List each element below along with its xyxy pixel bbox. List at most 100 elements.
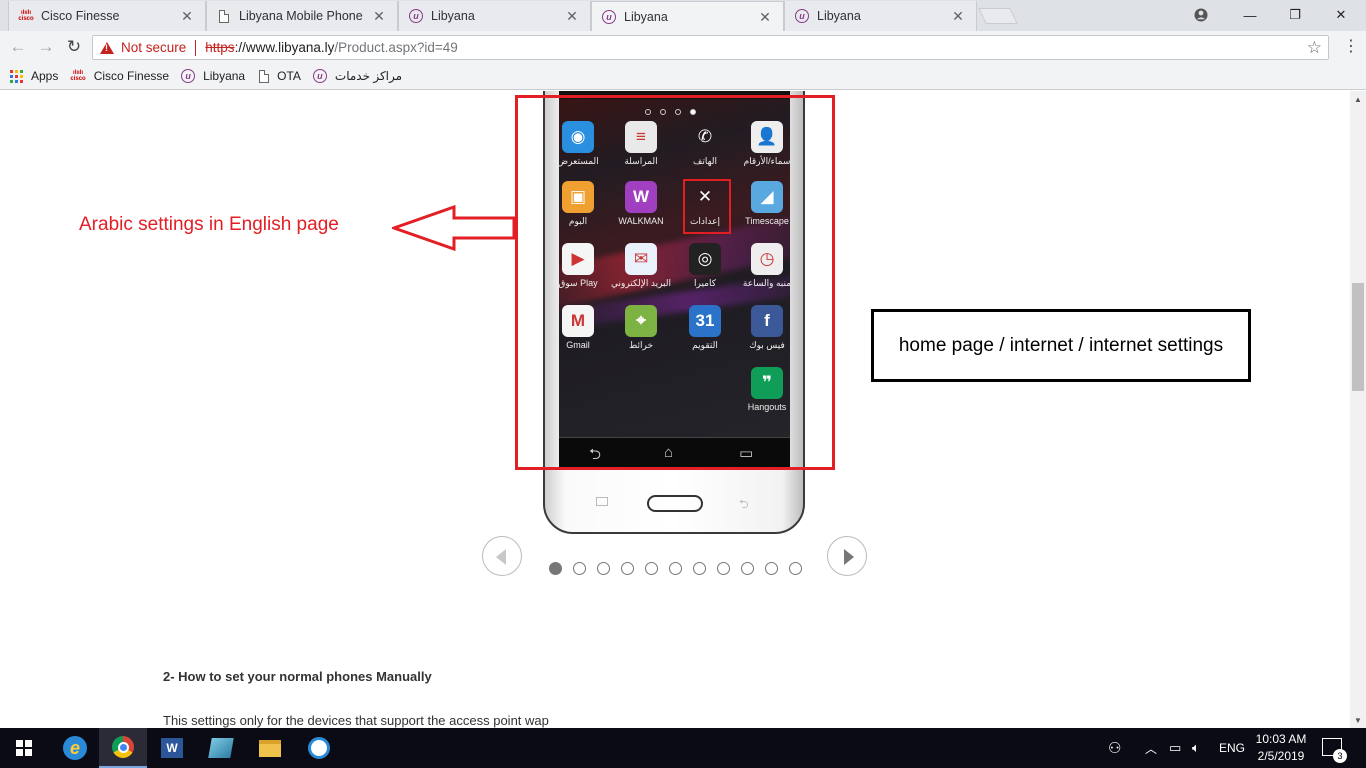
tray-chevron-icon[interactable]: ︿	[1145, 728, 1157, 768]
back-icon[interactable]: ←	[7, 36, 29, 58]
tab-libyana-1[interactable]: u Libyana ✕	[398, 1, 591, 31]
close-icon[interactable]: ✕	[757, 9, 773, 25]
security-label[interactable]: Not secure	[121, 40, 186, 55]
carousel-dot[interactable]	[693, 562, 706, 575]
phone-bottom: ⮌	[559, 467, 790, 527]
carousel-dot[interactable]	[645, 562, 658, 575]
tab-libyana-3[interactable]: u Libyana ✕	[784, 1, 977, 31]
phone-home-button	[647, 495, 703, 512]
taskbar-ie[interactable]: e	[51, 728, 99, 768]
carousel-dot[interactable]	[597, 562, 610, 575]
back-key-icon: ⮌	[739, 497, 749, 511]
restore-icon[interactable]: ❐	[1272, 0, 1318, 30]
close-window-icon[interactable]: ✕	[1318, 0, 1364, 30]
bookmark-label: OTA	[277, 69, 301, 83]
ie-icon: e	[63, 736, 87, 760]
carousel-dot[interactable]	[621, 562, 634, 575]
tab-libyana-active[interactable]: u Libyana ✕	[591, 1, 784, 32]
start-button[interactable]	[0, 728, 48, 768]
libyana-icon: u	[181, 69, 196, 83]
bookmark-libyana[interactable]: u Libyana	[181, 69, 245, 83]
tab-title: Libyana	[431, 9, 475, 23]
page-content: ◉ المستعرض ≡ المراسلة ✆ الهاتف 👤 سماء/الأرقام ▣ ا…	[0, 91, 1350, 728]
close-icon[interactable]: ✕	[371, 8, 387, 24]
file-explorer-icon	[259, 739, 281, 757]
word-icon: W	[161, 738, 183, 758]
taskbar-chrome[interactable]	[99, 728, 147, 768]
carousel-dot[interactable]	[789, 562, 802, 575]
carousel-dots	[549, 562, 802, 575]
scroll-up-icon[interactable]: ▲	[1350, 91, 1366, 107]
tab-title: Libyana	[624, 10, 668, 24]
apps-grid-icon	[10, 69, 23, 83]
warning-icon	[100, 41, 114, 54]
tab-strip: ılıılı cisco Cisco Finesse ✕ Libyana Mobi…	[0, 0, 1366, 32]
bookmark-service-centers[interactable]: u مراكز خدمات	[312, 69, 403, 83]
libyana-icon: u	[409, 9, 423, 23]
bookmark-cisco-finesse[interactable]: ılıılı cisco Cisco Finesse	[70, 69, 169, 83]
bookmark-ota[interactable]: OTA	[259, 69, 301, 83]
carousel-dot[interactable]	[549, 562, 562, 575]
close-icon[interactable]: ✕	[950, 8, 966, 24]
url-host: ://www.libyana.ly	[234, 40, 335, 55]
volume-icon[interactable]: 🔈︎	[1192, 728, 1200, 768]
bookmark-star-icon[interactable]: ☆	[1307, 38, 1322, 58]
page-icon	[217, 9, 231, 23]
scroll-thumb[interactable]	[1352, 283, 1364, 391]
libyana-icon: u	[795, 9, 809, 23]
notification-badge: 3	[1333, 749, 1347, 763]
annotation-red-box	[515, 95, 835, 470]
bookmark-apps[interactable]: Apps	[10, 69, 58, 83]
recent-key-icon	[596, 497, 608, 506]
bookmarks-bar: Apps ılıılı cisco Cisco Finesse u Libyana…	[0, 63, 1366, 90]
page-scrollbar[interactable]: ▲ ▼	[1350, 91, 1366, 728]
windows-taskbar: e W ⚇ ︿ ▭ 🔈︎ ENG 10:03 AM 2/5/2019 3	[0, 728, 1366, 768]
annotation-arabic-note: Arabic settings in English page	[79, 214, 339, 235]
tab-title: Libyana	[817, 9, 861, 23]
scroll-down-icon[interactable]: ▼	[1350, 712, 1366, 728]
network-icon[interactable]: ▭	[1169, 728, 1181, 768]
chrome-icon	[112, 736, 134, 758]
forward-icon[interactable]: →	[35, 36, 57, 58]
profile-icon[interactable]	[1178, 0, 1224, 30]
cisco-icon: ılıılı cisco	[18, 10, 34, 22]
people-icon[interactable]: ⚇	[1108, 728, 1121, 768]
url-scheme: https	[205, 40, 235, 55]
browser-menu-icon[interactable]: ⋮	[1343, 37, 1359, 57]
url-path: /Product.aspx?id=49	[334, 40, 458, 55]
carousel-dot[interactable]	[717, 562, 730, 575]
bookmark-label: Apps	[31, 69, 59, 83]
chevron-left-icon	[496, 549, 506, 565]
tab-title: Cisco Finesse	[41, 9, 120, 23]
carousel-dot[interactable]	[573, 562, 586, 575]
tab-libyana-mobile-phone[interactable]: Libyana Mobile Phone ✕	[206, 1, 398, 31]
taskbar-clock[interactable]: 10:03 AM 2/5/2019	[1250, 731, 1312, 765]
language-indicator[interactable]: ENG	[1219, 728, 1245, 768]
carousel-dot[interactable]	[741, 562, 754, 575]
cisco-icon: ılıılı cisco	[70, 70, 86, 82]
carousel-prev-button[interactable]	[482, 536, 522, 576]
close-icon[interactable]: ✕	[179, 8, 195, 24]
taskbar-file-explorer[interactable]	[246, 728, 294, 768]
address-bar[interactable]: Not secure https ://www.libyana.ly /Prod…	[92, 35, 1329, 60]
section-heading: 2- How to set your normal phones Manuall…	[163, 669, 432, 684]
clock-time: 10:03 AM	[1255, 732, 1307, 746]
tab-title: Libyana Mobile Phone	[239, 9, 363, 23]
taskbar-word[interactable]: W	[148, 728, 196, 768]
bookmark-label: Cisco Finesse	[93, 69, 170, 83]
tab-cisco-finesse[interactable]: ılıılı cisco Cisco Finesse ✕	[8, 1, 206, 31]
minimize-icon[interactable]: —	[1227, 0, 1273, 30]
taskbar-app2[interactable]	[295, 728, 343, 768]
page-icon	[259, 69, 270, 83]
carousel-dot[interactable]	[669, 562, 682, 575]
divider	[195, 39, 197, 56]
libyana-icon: u	[602, 10, 616, 24]
bookmark-label: مراكز خدمات	[334, 69, 403, 83]
carousel-next-button[interactable]	[827, 536, 867, 576]
app-icon	[208, 738, 234, 758]
new-tab-button[interactable]	[978, 8, 1018, 24]
carousel-dot[interactable]	[765, 562, 778, 575]
taskbar-app[interactable]	[197, 728, 245, 768]
close-icon[interactable]: ✕	[564, 8, 580, 24]
reload-icon[interactable]: ↻	[63, 36, 85, 58]
